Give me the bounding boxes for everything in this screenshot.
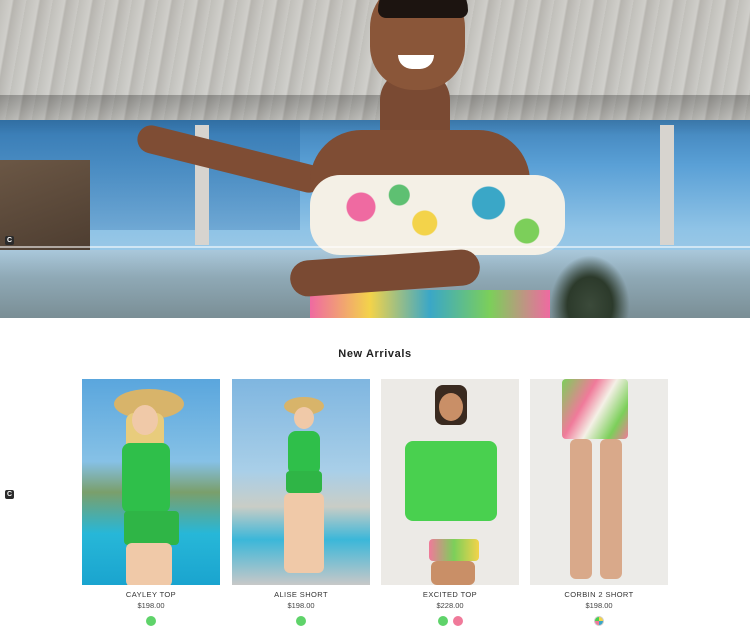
product-image[interactable] bbox=[232, 379, 370, 585]
product-price: $198.00 bbox=[137, 601, 165, 610]
hero-model-hair bbox=[378, 0, 468, 18]
model-figure bbox=[399, 385, 503, 585]
product-price: $198.00 bbox=[287, 601, 315, 610]
product-price: $198.00 bbox=[585, 601, 613, 610]
chat-icon[interactable]: C bbox=[5, 236, 14, 245]
product-image[interactable] bbox=[381, 379, 519, 585]
hero-beam bbox=[660, 125, 674, 245]
hero-model-floral-top bbox=[310, 175, 565, 255]
hero-model-skirt bbox=[310, 290, 550, 318]
swatch-list bbox=[232, 616, 370, 626]
product-price: $228.00 bbox=[436, 601, 464, 610]
product-card[interactable]: ALISE SHORT $198.00 bbox=[232, 379, 370, 629]
chat-icon[interactable]: C bbox=[5, 490, 14, 499]
product-name[interactable]: ALISE SHORT bbox=[232, 590, 370, 599]
product-name[interactable]: CORBIN 2 SHORT bbox=[530, 590, 668, 599]
color-swatch-multicolor[interactable] bbox=[594, 616, 604, 626]
color-swatch-green[interactable] bbox=[437, 616, 448, 626]
product-image[interactable] bbox=[82, 379, 220, 585]
color-swatch-green[interactable] bbox=[296, 616, 306, 626]
color-swatch-pink[interactable] bbox=[452, 616, 463, 626]
hero-image-seam bbox=[0, 246, 750, 248]
hero-model bbox=[134, 0, 570, 318]
hero-banner[interactable] bbox=[0, 0, 750, 318]
model-figure bbox=[104, 383, 214, 585]
product-name[interactable]: EXCITED TOP bbox=[381, 590, 519, 599]
swatch-list bbox=[530, 616, 668, 626]
product-card[interactable]: CORBIN 2 SHORT $198.00 bbox=[530, 379, 668, 629]
model-figure bbox=[562, 379, 636, 585]
color-swatch-green[interactable] bbox=[146, 616, 156, 626]
product-name[interactable]: CAYLEY TOP bbox=[82, 590, 220, 599]
product-card[interactable]: EXCITED TOP $228.00 bbox=[381, 379, 519, 629]
product-grid: CAYLEY TOP $198.00 ALISE SHORT $198.00 E… bbox=[82, 379, 672, 629]
product-card[interactable]: CAYLEY TOP $198.00 bbox=[82, 379, 220, 629]
product-image[interactable] bbox=[530, 379, 668, 585]
model-figure bbox=[264, 397, 344, 583]
section-title: New Arrivals bbox=[338, 348, 412, 360]
swatch-list bbox=[381, 616, 519, 626]
swatch-list bbox=[82, 616, 220, 626]
